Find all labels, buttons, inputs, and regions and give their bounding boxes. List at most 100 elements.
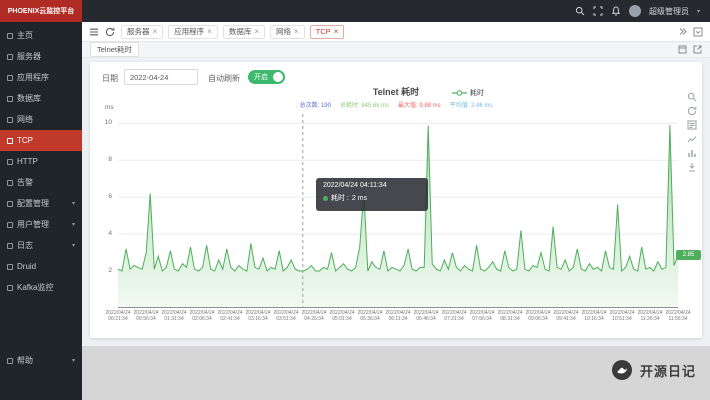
tab-应用程序[interactable]: 应用程序× xyxy=(168,25,218,39)
bell-icon[interactable] xyxy=(611,6,621,16)
tab-网络[interactable]: 网络× xyxy=(270,25,305,39)
toggle-on-label: 开启 xyxy=(254,72,268,82)
sidebar-item-HTTP[interactable]: HTTP xyxy=(0,151,82,172)
zoom-icon[interactable] xyxy=(687,92,697,102)
sidebar-item-Druid[interactable]: Druid xyxy=(0,256,82,277)
date-input[interactable]: 2022-04-24 xyxy=(124,69,198,85)
x-tick-label: 2022/04/2405:01:34 xyxy=(328,310,356,322)
tab-TCP[interactable]: TCP× xyxy=(310,25,345,39)
sidebar-item-label: 网络 xyxy=(17,114,75,125)
data-view-icon[interactable] xyxy=(687,120,697,130)
tcp-icon xyxy=(7,138,13,144)
auto-refresh-toggle[interactable]: 开启 xyxy=(248,70,285,84)
database-icon xyxy=(7,96,13,102)
footer-band: 开源日记 xyxy=(82,346,710,400)
fullscreen-icon[interactable] xyxy=(593,6,603,16)
sidebar-item-label: Druid xyxy=(17,262,75,271)
sidebar-item-label: 告警 xyxy=(17,177,75,188)
chart-toolbox xyxy=(687,92,697,172)
last-value-badge: 2.85 xyxy=(676,250,701,260)
sidebar-item-label: 主页 xyxy=(17,30,75,41)
tabbar-tabs: 服务器×应用程序×数据库×网络×TCP× xyxy=(121,25,344,39)
external-link-icon[interactable] xyxy=(693,45,702,54)
pagebar: Telnet耗时 xyxy=(82,42,710,58)
sidebar-item-label: 应用程序 xyxy=(17,72,75,83)
watermark: 开源日记 xyxy=(611,359,696,381)
menu-collapse-icon[interactable] xyxy=(89,27,99,37)
pagebar-actions xyxy=(678,45,702,54)
panel-icon[interactable] xyxy=(678,45,687,54)
chart-plot-svg[interactable] xyxy=(118,114,678,308)
tab-actions-icon[interactable] xyxy=(693,27,703,37)
legend-item[interactable]: 耗时 xyxy=(452,88,484,98)
close-icon[interactable]: × xyxy=(254,28,259,36)
sidebar-item-Kafka监控[interactable]: Kafka监控 xyxy=(0,277,82,298)
sidebar-item-主页[interactable]: 主页 xyxy=(0,25,82,46)
close-icon[interactable]: × xyxy=(294,28,299,36)
sidebar-item-label: TCP xyxy=(17,136,75,145)
topbar: 超级管理员 ▾ xyxy=(82,0,710,22)
sidebar-item-日志[interactable]: 日志▾ xyxy=(0,235,82,256)
kafka-icon xyxy=(7,285,13,291)
sidebar-item-数据库[interactable]: 数据库 xyxy=(0,88,82,109)
close-icon[interactable]: × xyxy=(207,28,212,36)
subtitle-segment: 总耗时: 845.6k ms xyxy=(340,100,389,109)
sidebar-item-网络[interactable]: 网络 xyxy=(0,109,82,130)
x-tick-label: 2022/04/2406:11:34 xyxy=(384,310,412,322)
tab-label: TCP xyxy=(316,27,331,36)
sidebar-item-label: 用户管理 xyxy=(17,219,68,230)
http-icon xyxy=(7,159,13,165)
x-axis-labels: 2022/04/2400:21:342022/04/2400:56:342022… xyxy=(118,310,678,328)
app-icon xyxy=(7,75,13,81)
config-icon xyxy=(7,201,13,207)
chevrons-right-icon[interactable] xyxy=(678,27,687,36)
x-tick-label: 2022/04/2404:26:34 xyxy=(300,310,328,322)
watermark-text: 开源日记 xyxy=(640,361,696,380)
sidebar-item-配置管理[interactable]: 配置管理▾ xyxy=(0,193,82,214)
subtitle-segment: 最大值: 9.88 ms xyxy=(398,100,441,109)
x-tick-label: 2022/04/2401:31:34 xyxy=(160,310,188,322)
sidebar-item-服务器[interactable]: 服务器 xyxy=(0,46,82,67)
x-tick-label: 2022/04/2410:16:34 xyxy=(580,310,608,322)
legend-label: 耗时 xyxy=(470,88,484,98)
x-tick-label: 2022/04/2405:36:34 xyxy=(356,310,384,322)
network-icon xyxy=(7,117,13,123)
x-tick-label: 2022/04/2410:51:34 xyxy=(608,310,636,322)
y-tick-label: 8 xyxy=(94,156,112,163)
x-tick-label: 2022/04/2400:21:34 xyxy=(104,310,132,322)
caret-down-icon: ▾ xyxy=(697,8,700,15)
sidebar-item-应用程序[interactable]: 应用程序 xyxy=(0,67,82,88)
bar-chart-icon[interactable] xyxy=(687,148,697,158)
close-icon[interactable]: × xyxy=(334,28,339,36)
sidebar-item-TCP[interactable]: TCP xyxy=(0,130,82,151)
y-axis-unit: ms xyxy=(105,104,114,111)
subtitle-segment: 总次数: 190 xyxy=(300,100,331,109)
username[interactable]: 超级管理员 xyxy=(649,6,689,17)
tab-label: 网络 xyxy=(276,26,291,37)
sidebar: PHOENIX云监控平台 主页服务器应用程序数据库网络TCPHTTP告警配置管理… xyxy=(0,0,82,400)
line-chart-icon[interactable] xyxy=(687,134,697,144)
x-tick-label: 2022/04/2403:16:34 xyxy=(244,310,272,322)
refresh-icon[interactable] xyxy=(105,27,115,37)
restore-icon[interactable] xyxy=(687,106,697,116)
legend-marker-icon xyxy=(452,90,467,96)
tab-label: 数据库 xyxy=(229,26,252,37)
close-icon[interactable]: × xyxy=(153,28,158,36)
x-tick-label: 2022/04/2409:41:34 xyxy=(552,310,580,322)
sidebar-item-告警[interactable]: 告警 xyxy=(0,172,82,193)
search-icon[interactable] xyxy=(575,6,585,16)
caret-down-icon: ▾ xyxy=(72,221,75,228)
tab-数据库[interactable]: 数据库× xyxy=(223,25,265,39)
breadcrumb[interactable]: Telnet耗时 xyxy=(90,42,139,57)
tab-服务器[interactable]: 服务器× xyxy=(121,25,163,39)
sidebar-item-用户管理[interactable]: 用户管理 ▾ xyxy=(0,214,82,235)
sidebar-nav: 主页服务器应用程序数据库网络 TCP HTTP 告警配置管理▾ 用户管理 ▾ 日志▾ Drui… xyxy=(0,22,82,400)
avatar[interactable] xyxy=(629,5,641,17)
x-tick-label: 2022/04/2403:51:34 xyxy=(272,310,300,322)
chart-subtitle: 总次数: 190总耗时: 845.6k ms最大值: 9.88 ms平均值: 2… xyxy=(90,100,702,109)
x-tick-label: 2022/04/2408:31:34 xyxy=(496,310,524,322)
save-image-icon[interactable] xyxy=(687,162,697,172)
server-icon xyxy=(7,54,13,60)
caret-down-icon: ▾ xyxy=(72,200,75,207)
sidebar-item-帮助[interactable]: 帮助▾ xyxy=(0,350,82,371)
